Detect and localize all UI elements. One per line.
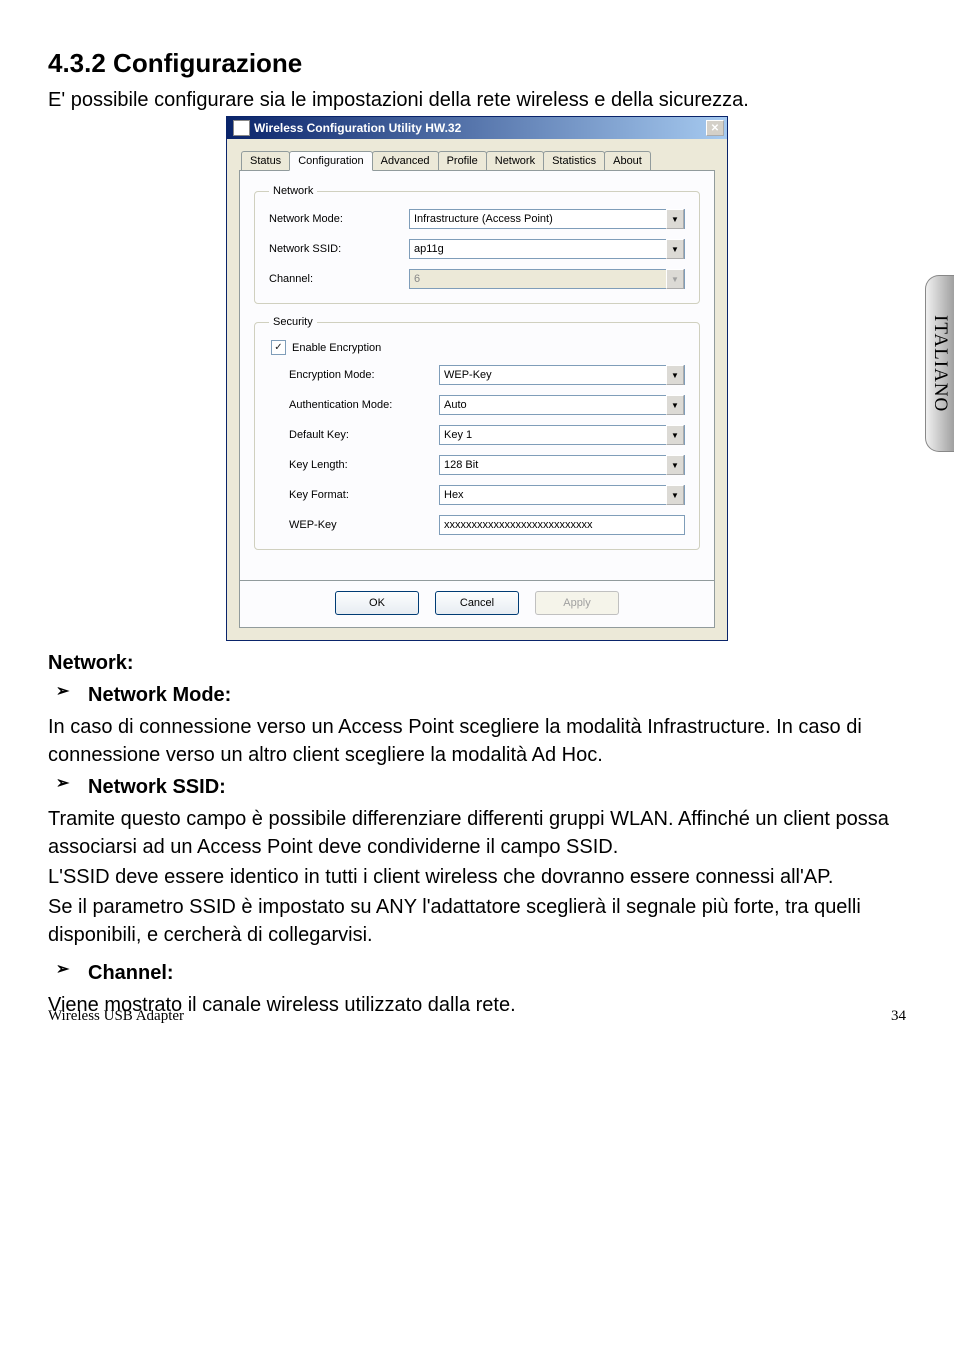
default-key-label: Default Key: bbox=[269, 429, 439, 441]
network-ssid-value: ap11g bbox=[414, 243, 666, 255]
chevron-down-icon: ▼ bbox=[666, 269, 684, 289]
key-format-select[interactable]: Hex ▼ bbox=[439, 485, 685, 505]
network-legend: Network bbox=[269, 185, 317, 197]
auth-mode-value: Auto bbox=[444, 399, 666, 411]
cancel-button[interactable]: Cancel bbox=[435, 591, 519, 615]
chevron-down-icon: ▼ bbox=[666, 209, 684, 229]
network-mode-label: Network Mode: bbox=[269, 213, 409, 225]
apply-button: Apply bbox=[535, 591, 619, 615]
channel-label: Channel: bbox=[269, 273, 409, 285]
wep-key-label: WEP-Key bbox=[269, 519, 439, 531]
network-group: Network Network Mode: Infrastructure (Ac… bbox=[254, 185, 700, 304]
key-format-value: Hex bbox=[444, 489, 666, 501]
auth-mode-select[interactable]: Auto ▼ bbox=[439, 395, 685, 415]
tab-network[interactable]: Network bbox=[486, 151, 544, 170]
enable-encryption-checkbox[interactable]: ✓ bbox=[271, 340, 286, 355]
page-footer: Wireless USB Adapter 34 bbox=[48, 1008, 906, 1025]
wep-key-value: xxxxxxxxxxxxxxxxxxxxxxxxxxx bbox=[444, 519, 684, 531]
chevron-down-icon: ▼ bbox=[666, 395, 684, 415]
network-mode-value: Infrastructure (Access Point) bbox=[414, 213, 666, 225]
dialog-title: Wireless Configuration Utility HW.32 bbox=[254, 121, 706, 135]
close-icon[interactable]: ✕ bbox=[706, 120, 724, 136]
key-length-value: 128 Bit bbox=[444, 459, 666, 471]
default-key-value: Key 1 bbox=[444, 429, 666, 441]
default-key-select[interactable]: Key 1 ▼ bbox=[439, 425, 685, 445]
chevron-down-icon: ▼ bbox=[666, 455, 684, 475]
dialog-body: Status Configuration Advanced Profile Ne… bbox=[227, 139, 727, 640]
tab-status[interactable]: Status bbox=[241, 151, 290, 170]
network-heading: Network: bbox=[48, 649, 906, 677]
footer-right: 34 bbox=[891, 1008, 906, 1025]
wep-key-input[interactable]: xxxxxxxxxxxxxxxxxxxxxxxxxxx bbox=[439, 515, 685, 535]
channel-select: 6 ▼ bbox=[409, 269, 685, 289]
ssid-text-2: L'SSID deve essere identico in tutti i c… bbox=[48, 863, 906, 891]
encryption-mode-select[interactable]: WEP-Key ▼ bbox=[439, 365, 685, 385]
network-mode-heading: Network Mode: bbox=[48, 681, 906, 709]
tab-advanced[interactable]: Advanced bbox=[372, 151, 439, 170]
key-length-label: Key Length: bbox=[269, 459, 439, 471]
dialog-buttons: OK Cancel Apply bbox=[239, 581, 715, 628]
ssid-text-3: Se il parametro SSID è impostato su ANY … bbox=[48, 893, 906, 949]
intro-text: E' possibile configurare sia le impostaz… bbox=[48, 89, 906, 112]
tab-panel: Network Network Mode: Infrastructure (Ac… bbox=[239, 171, 715, 581]
config-dialog: Wireless Configuration Utility HW.32 ✕ S… bbox=[226, 116, 728, 641]
network-mode-select[interactable]: Infrastructure (Access Point) ▼ bbox=[409, 209, 685, 229]
encryption-mode-label: Encryption Mode: bbox=[269, 369, 439, 381]
tab-profile[interactable]: Profile bbox=[438, 151, 487, 170]
chevron-down-icon: ▼ bbox=[666, 485, 684, 505]
security-group: Security ✓ Enable Encryption Encryption … bbox=[254, 316, 700, 550]
network-ssid-label: Network SSID: bbox=[269, 243, 409, 255]
chevron-down-icon: ▼ bbox=[666, 239, 684, 259]
footer-left: Wireless USB Adapter bbox=[48, 1008, 184, 1025]
key-length-select[interactable]: 128 Bit ▼ bbox=[439, 455, 685, 475]
channel-heading: Channel: bbox=[48, 959, 906, 987]
side-tab-label: ITALIANO bbox=[929, 315, 951, 412]
chevron-down-icon: ▼ bbox=[666, 365, 684, 385]
auth-mode-label: Authentication Mode: bbox=[269, 399, 439, 411]
side-tab-italiano: ITALIANO bbox=[925, 275, 954, 452]
ok-button[interactable]: OK bbox=[335, 591, 419, 615]
key-format-label: Key Format: bbox=[269, 489, 439, 501]
tab-statistics[interactable]: Statistics bbox=[543, 151, 605, 170]
tab-strip: Status Configuration Advanced Profile Ne… bbox=[239, 151, 715, 171]
network-ssid-heading: Network SSID: bbox=[48, 773, 906, 801]
tab-about[interactable]: About bbox=[604, 151, 651, 170]
network-mode-text: In caso di connessione verso un Access P… bbox=[48, 713, 906, 769]
enable-encryption-label: Enable Encryption bbox=[292, 342, 381, 354]
page-title: 4.3.2 Configurazione bbox=[48, 48, 906, 79]
network-ssid-select[interactable]: ap11g ▼ bbox=[409, 239, 685, 259]
channel-value: 6 bbox=[414, 273, 666, 285]
encryption-mode-value: WEP-Key bbox=[444, 369, 666, 381]
tab-configuration[interactable]: Configuration bbox=[289, 151, 372, 171]
app-icon bbox=[233, 120, 250, 136]
dialog-titlebar: Wireless Configuration Utility HW.32 ✕ bbox=[227, 117, 727, 139]
ssid-text-1: Tramite questo campo è possibile differe… bbox=[48, 805, 906, 861]
security-legend: Security bbox=[269, 316, 317, 328]
chevron-down-icon: ▼ bbox=[666, 425, 684, 445]
